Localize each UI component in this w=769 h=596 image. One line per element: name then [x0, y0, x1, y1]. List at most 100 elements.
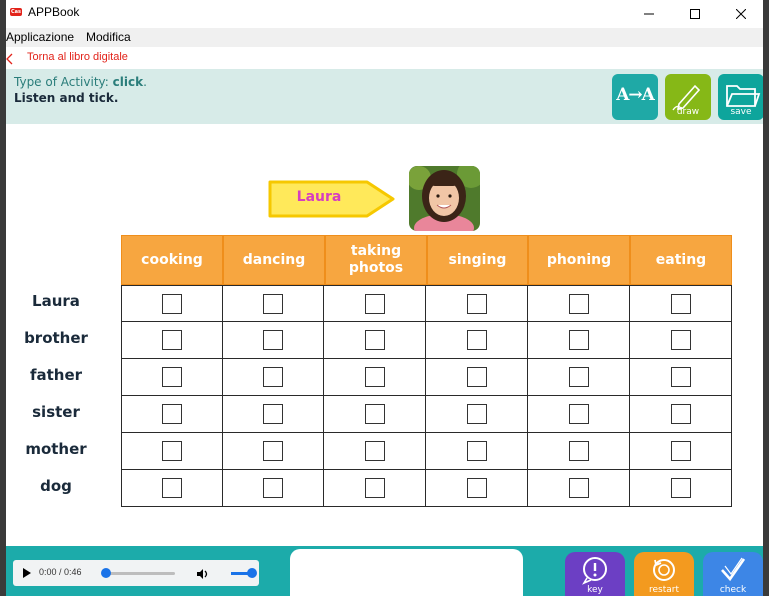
draw-label: draw	[676, 107, 700, 117]
close-icon	[736, 9, 746, 19]
audio-progress-handle[interactable]	[101, 568, 111, 578]
grid-cell	[629, 395, 732, 433]
checkbox[interactable]	[670, 330, 691, 350]
grid-cell	[527, 358, 630, 396]
checkbox[interactable]	[568, 367, 589, 387]
font-size-button[interactable]: A→A	[612, 74, 658, 120]
grid-cell	[527, 395, 630, 433]
checkbox[interactable]	[364, 478, 385, 498]
maximize-button[interactable]	[672, 0, 718, 28]
play-icon[interactable]	[23, 568, 31, 578]
audio-progress-track[interactable]	[103, 572, 175, 575]
checkbox[interactable]	[162, 404, 182, 424]
grid-cell	[222, 358, 324, 396]
checkbox[interactable]	[466, 404, 487, 424]
checkbox[interactable]	[162, 293, 182, 314]
save-button[interactable]: save	[718, 74, 764, 120]
grid-cell	[629, 321, 732, 359]
row-label-dog: dog	[40, 477, 72, 495]
row-label-father: father	[29, 366, 83, 384]
column-header-phoning: phoning	[528, 235, 630, 285]
checkbox[interactable]	[162, 478, 182, 498]
checkbox[interactable]	[466, 367, 487, 387]
checkbox[interactable]	[364, 404, 385, 424]
checkbox[interactable]	[364, 441, 385, 461]
checkbox[interactable]	[568, 330, 589, 350]
grid-cell	[425, 321, 528, 359]
grid-cell	[222, 395, 324, 433]
grid-cell	[629, 358, 732, 396]
grid-cell	[323, 321, 426, 359]
menu-bar: Applicazione Modifica	[6, 28, 763, 47]
grid-cell	[527, 469, 630, 507]
grid-cell	[527, 321, 630, 359]
grid-cell	[121, 469, 223, 507]
checkbox[interactable]	[263, 330, 283, 350]
grid-cell	[121, 395, 223, 433]
grid-cell	[323, 285, 426, 322]
grid-cell	[527, 285, 630, 322]
feedback-box	[290, 549, 523, 596]
checkbox[interactable]	[364, 367, 385, 387]
checkbox[interactable]	[364, 293, 385, 314]
font-size-icon: A→A	[616, 85, 655, 105]
checkbox[interactable]	[263, 478, 283, 498]
checkbox[interactable]	[263, 441, 283, 461]
checkbox[interactable]	[466, 478, 487, 498]
grid-cell	[629, 469, 732, 507]
app-logo: Cas	[10, 8, 22, 16]
checkbox[interactable]	[670, 478, 691, 498]
checkbox[interactable]	[364, 330, 385, 350]
checkbox[interactable]	[466, 330, 487, 350]
grid-cell	[425, 358, 528, 396]
volume-icon[interactable]	[195, 566, 209, 580]
checkbox[interactable]	[162, 441, 182, 461]
character-tag: Laura	[267, 179, 397, 219]
checkbox[interactable]	[568, 293, 589, 314]
checkbox[interactable]	[568, 404, 589, 424]
checkbox[interactable]	[263, 293, 283, 314]
checkbox[interactable]	[466, 441, 487, 461]
activity-header: Type of Activity: click. Listen and tick…	[6, 69, 764, 124]
title-bar: Cas APPBook	[6, 0, 763, 28]
close-button[interactable]	[718, 0, 764, 28]
grid-cell	[121, 432, 223, 470]
grid-cell	[121, 358, 223, 396]
activity-type: Type of Activity: click.	[14, 75, 147, 89]
key-button[interactable]: key	[565, 552, 625, 596]
window-border	[763, 0, 769, 596]
checkbox[interactable]	[568, 478, 589, 498]
check-button[interactable]: check	[703, 552, 763, 596]
checkbox[interactable]	[162, 367, 182, 387]
checkbox[interactable]	[568, 441, 589, 461]
grid-cell	[222, 321, 324, 359]
checkbox[interactable]	[670, 441, 691, 461]
checkbox[interactable]	[670, 404, 691, 424]
menu-modifica[interactable]: Modifica	[86, 30, 131, 44]
back-link[interactable]: Torna al libro digitale	[6, 47, 763, 69]
checkbox[interactable]	[466, 293, 487, 314]
checkbox[interactable]	[263, 404, 283, 424]
back-label: Torna al libro digitale	[27, 51, 128, 63]
activity-type-value: click	[112, 75, 144, 89]
restart-button[interactable]: restart	[634, 552, 694, 596]
column-header-eating: eating	[630, 235, 732, 285]
activity-type-suffix: .	[143, 75, 147, 89]
grid-cell	[629, 432, 732, 470]
checkbox[interactable]	[670, 293, 691, 314]
grid-cell	[121, 321, 223, 359]
menu-applicazione[interactable]: Applicazione	[6, 30, 74, 44]
activity-instruction: Listen and tick.	[14, 91, 119, 105]
draw-button[interactable]: draw	[665, 74, 711, 120]
maximize-icon	[690, 9, 700, 19]
volume-handle[interactable]	[247, 568, 257, 578]
grid-cell	[425, 285, 528, 322]
checkbox[interactable]	[263, 367, 283, 387]
column-header-taking-photos: taking photos	[325, 235, 427, 285]
grid-cell	[323, 432, 426, 470]
minimize-button[interactable]	[626, 0, 672, 28]
checkbox[interactable]	[670, 367, 691, 387]
row-label-brother: brother	[24, 329, 88, 347]
checkbox[interactable]	[162, 330, 182, 350]
character-photo	[409, 166, 480, 231]
